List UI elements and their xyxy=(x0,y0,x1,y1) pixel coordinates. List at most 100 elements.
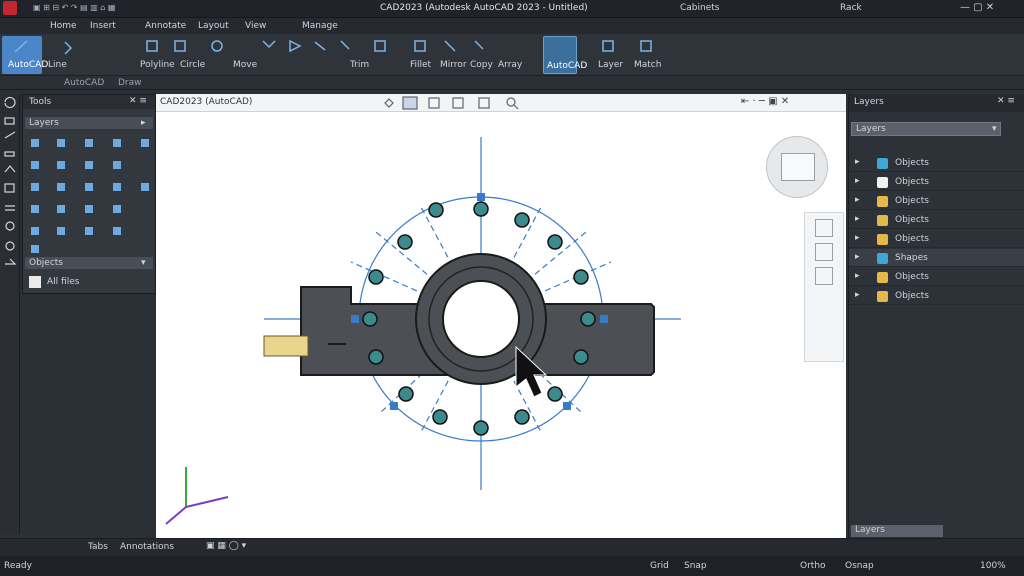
expand-arrow-icon[interactable]: ▸ xyxy=(855,157,860,167)
bottom-tab-1[interactable]: Tabs xyxy=(88,542,108,552)
palette-section-objects[interactable]: Objects ▾ xyxy=(25,257,153,269)
expand-arrow-icon[interactable]: ▸ xyxy=(855,176,860,186)
bottom-tab-bar: Tabs Annotations ▣ ▦ ◯ ▾ xyxy=(0,538,1024,556)
expand-arrow-icon[interactable]: ▸ xyxy=(855,252,860,262)
ribbon-tool-11[interactable]: Match xyxy=(634,60,661,70)
status-ortho[interactable]: Ortho xyxy=(800,561,826,571)
layer-row[interactable]: ▸ Objects xyxy=(849,211,1024,229)
ribbon-panel-labels: AutoCAD Draw xyxy=(0,76,1024,90)
status-osnap[interactable]: Osnap xyxy=(845,561,874,571)
orbit-icon[interactable] xyxy=(815,267,833,285)
layer-name: Objects xyxy=(895,234,930,244)
expand-arrow-icon[interactable]: ▸ xyxy=(855,233,860,243)
window-controls[interactable]: — ▢ ✕ xyxy=(960,2,994,13)
layer-color-swatch[interactable] xyxy=(877,177,888,188)
layer-color-swatch[interactable] xyxy=(877,215,888,226)
canvas-window-controls[interactable]: ⇤ · ─ ▣ ✕ xyxy=(741,96,789,107)
layers-header: Layers ✕ ≡ xyxy=(849,94,1024,112)
ribbon-tool-4[interactable]: Move xyxy=(233,60,257,70)
zoom-icon[interactable] xyxy=(815,219,833,237)
layer-name: Objects xyxy=(895,196,930,206)
layers-title: Layers xyxy=(854,97,884,107)
ribbon-tool-9[interactable]: Array xyxy=(498,60,522,70)
ribbon-icons[interactable] xyxy=(5,37,652,57)
layer-row[interactable]: ▸ Objects xyxy=(849,173,1024,191)
tool-palette: Tools ✕ ≡ Layers ▸ Objects ▾ All files xyxy=(22,94,156,294)
expand-arrow-icon[interactable]: ▸ xyxy=(855,214,860,224)
status-grid[interactable]: Grid xyxy=(650,561,669,571)
expand-arrow-icon[interactable]: ▸ xyxy=(855,290,860,300)
menu-manage[interactable]: Manage xyxy=(302,21,338,31)
layer-row[interactable]: ▸ Objects xyxy=(849,154,1024,172)
ribbon-tool-2[interactable]: Polyline xyxy=(140,60,175,70)
panel-label-2: Draw xyxy=(118,78,142,88)
status-snap[interactable]: Snap xyxy=(684,561,707,571)
expand-arrow-icon[interactable]: ▸ xyxy=(855,195,860,205)
chevron-down-icon: ▸ xyxy=(141,118,146,128)
layer-row[interactable]: ▸ Objects xyxy=(849,287,1024,305)
view-cube[interactable] xyxy=(766,136,828,198)
layer-name: Objects xyxy=(895,158,930,168)
panel-label-1: AutoCAD xyxy=(64,78,105,88)
layer-row[interactable]: ▸ Objects xyxy=(849,230,1024,248)
layer-color-swatch[interactable] xyxy=(877,196,888,207)
palette-close-icon[interactable]: ✕ ≡ xyxy=(129,96,147,106)
palette-section-layers[interactable]: Layers ▸ xyxy=(25,117,153,129)
expand-arrow-icon[interactable]: ▸ xyxy=(855,271,860,281)
layer-name: Shapes xyxy=(895,253,928,263)
layer-name: Objects xyxy=(895,291,930,301)
ribbon-icon-strip xyxy=(14,39,652,55)
layer-name: Objects xyxy=(895,272,930,282)
drawing-tab[interactable]: CAD2023 (AutoCAD) xyxy=(160,97,252,107)
layer-row[interactable]: ▸ Objects xyxy=(849,268,1024,286)
chevron-down-icon: ▾ xyxy=(992,124,997,134)
layers-dropdown[interactable]: Layers ▾ xyxy=(851,122,1001,136)
ribbon: AutoCAD Line Polyline Circle Move Trim F… xyxy=(0,34,1024,76)
cabinets-button[interactable]: Cabinets xyxy=(680,3,719,13)
ribbon-tool-8[interactable]: Copy xyxy=(470,60,493,70)
bottom-tools-icons[interactable]: ▣ ▦ ◯ ▾ xyxy=(206,541,246,551)
bottom-tab-2[interactable]: Annotations xyxy=(120,542,174,552)
menu-bar: Home Insert Annotate Layout View Manage xyxy=(0,18,1024,34)
dropdown-arrow-icon: ▾ xyxy=(141,258,146,268)
ribbon-tool-10[interactable]: Layer xyxy=(598,60,623,70)
menu-view[interactable]: View xyxy=(245,21,266,31)
layer-color-swatch[interactable] xyxy=(877,253,888,264)
layer-row[interactable]: ▸ Objects xyxy=(849,192,1024,210)
ribbon-tool-7[interactable]: Mirror xyxy=(440,60,467,70)
layer-color-swatch[interactable] xyxy=(877,158,888,169)
menu-insert[interactable]: Insert xyxy=(90,21,116,31)
window-title: CAD2023 (Autodesk AutoCAD 2023 - Untitle… xyxy=(380,3,588,13)
palette-tool-grid[interactable] xyxy=(29,133,153,253)
status-bar: Ready Grid Snap Ortho Osnap 100% xyxy=(0,556,1024,576)
pan-icon[interactable] xyxy=(815,243,833,261)
layer-list: ▸ Objects ▸ Objects ▸ Objects ▸ Objects ▸ Objects… xyxy=(849,154,1024,314)
left-toolbar[interactable] xyxy=(0,94,20,534)
menu-home[interactable]: Home xyxy=(50,21,77,31)
layers-panel: Layers ✕ ≡ Layers ▾ ▸ Objects ▸ Objects ▸ Obj… xyxy=(848,94,1024,538)
palette-header: Tools ✕ ≡ xyxy=(23,95,155,109)
layers-footer-dropdown[interactable]: Layers xyxy=(851,525,943,537)
ribbon-tool-1[interactable]: Line xyxy=(48,60,67,70)
navigation-bar[interactable] xyxy=(804,212,844,362)
quick-access-icons[interactable]: ▣ ⊞ ⊟ ↶ ↷ ▤ ▥ ⌂ ▦ xyxy=(33,3,115,12)
drawing-canvas[interactable] xyxy=(156,112,846,538)
file-icon xyxy=(29,276,41,288)
layer-color-swatch[interactable] xyxy=(877,272,888,283)
layers-close-icon[interactable]: ✕ ≡ xyxy=(997,96,1015,106)
rack-button[interactable]: Rack xyxy=(840,3,862,13)
drawing-tab-bar: CAD2023 (AutoCAD) ⇤ · ─ ▣ ✕ xyxy=(156,94,846,112)
ribbon-tool-3[interactable]: Circle xyxy=(180,60,205,70)
cad-drawing[interactable] xyxy=(156,112,846,538)
layer-row[interactable]: ▸ Shapes xyxy=(849,249,1024,267)
layer-color-swatch[interactable] xyxy=(877,234,888,245)
ribbon-tool-5[interactable]: Trim xyxy=(350,60,369,70)
menu-layout[interactable]: Layout xyxy=(198,21,229,31)
palette-title: Tools xyxy=(29,97,52,107)
autocad-logo[interactable] xyxy=(3,1,17,15)
menu-annotate[interactable]: Annotate xyxy=(145,21,186,31)
left-tool-icons xyxy=(4,96,17,265)
view-tools[interactable] xyxy=(381,95,531,111)
ribbon-tool-6[interactable]: Fillet xyxy=(410,60,431,70)
layer-color-swatch[interactable] xyxy=(877,291,888,302)
